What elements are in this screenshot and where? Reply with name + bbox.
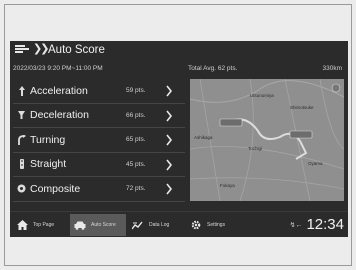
route-end-marker bbox=[289, 130, 313, 139]
score-item-straight[interactable]: Straight 45 pts. bbox=[13, 153, 185, 177]
map-place-label: Tochigi bbox=[248, 146, 263, 151]
score-item-turning[interactable]: Turning 65 pts. bbox=[13, 128, 185, 153]
score-item-composite[interactable]: Composite 72 pts. bbox=[13, 177, 185, 202]
map-place-label: Oyama bbox=[308, 161, 323, 166]
tab-settings[interactable]: Settings bbox=[186, 214, 242, 236]
score-label: Turning bbox=[30, 133, 66, 146]
tab-label: Top Page bbox=[33, 222, 55, 228]
chevron-right-icon bbox=[166, 183, 173, 195]
tab-data-log[interactable]: Data Log bbox=[128, 214, 184, 236]
home-icon bbox=[16, 220, 28, 230]
map-place-label: Shimotsuke bbox=[290, 105, 314, 110]
acceleration-icon bbox=[17, 85, 26, 96]
signal-icon: ↯← bbox=[289, 221, 303, 229]
gear-icon bbox=[190, 220, 202, 230]
score-points: 72 pts. bbox=[126, 185, 146, 193]
straight-icon bbox=[17, 159, 26, 170]
tab-label: Data Log bbox=[149, 222, 170, 228]
header-bar: ❯❯ Auto Score bbox=[10, 41, 348, 60]
total-average: Total Avg. 62 pts. bbox=[188, 65, 238, 72]
turning-icon bbox=[17, 134, 26, 145]
score-label: Composite bbox=[30, 182, 81, 195]
tab-top-page[interactable]: Top Page bbox=[12, 214, 68, 236]
auto-score-screen: ❯❯ Auto Score 2022/03/23 9:20 PM~11:00 P… bbox=[10, 41, 348, 237]
route-start-marker bbox=[219, 118, 243, 127]
tab-label: Auto Score bbox=[91, 222, 116, 228]
score-item-deceleration[interactable]: Deceleration 66 pts. bbox=[13, 104, 185, 128]
map-place-label: Utsunomiya bbox=[250, 93, 274, 98]
page-title: Auto Score bbox=[48, 44, 105, 56]
tab-label: Settings bbox=[207, 222, 226, 228]
trip-period: 2022/03/23 9:20 PM~11:00 PM bbox=[13, 65, 103, 72]
map-place-label: Ashikaga bbox=[194, 135, 213, 140]
chevron-right-icon bbox=[166, 134, 173, 146]
double-chevron-icon[interactable]: ❯❯ bbox=[33, 44, 50, 55]
deceleration-icon bbox=[17, 110, 26, 121]
bottom-tab-bar: Top Page Auto Score Data Log Settings ↯←… bbox=[10, 211, 348, 237]
score-label: Straight bbox=[30, 158, 67, 171]
chevron-right-icon bbox=[166, 159, 173, 170]
score-points: 59 pts. bbox=[126, 87, 146, 95]
chevron-right-icon bbox=[166, 110, 173, 121]
tab-auto-score[interactable]: Auto Score bbox=[70, 214, 126, 236]
composite-icon bbox=[17, 183, 26, 194]
clock: 12:34 bbox=[306, 216, 344, 233]
score-label: Deceleration bbox=[30, 109, 89, 122]
status-area: ↯← 12:34 bbox=[290, 216, 344, 233]
route-map[interactable]: Utsunomiya Shimotsuke Ashikaga Tochigi O… bbox=[190, 79, 344, 201]
map-place-label: Fukaya bbox=[220, 183, 235, 188]
app-logo-icon bbox=[15, 45, 31, 54]
score-item-acceleration[interactable]: Acceleration 59 pts. bbox=[13, 79, 185, 104]
trip-summary: 2022/03/23 9:20 PM~11:00 PM Total Avg. 6… bbox=[10, 63, 348, 75]
compass-icon bbox=[331, 83, 341, 93]
score-points: 45 pts. bbox=[126, 160, 146, 168]
car-icon bbox=[74, 220, 86, 230]
score-label: Acceleration bbox=[30, 84, 88, 97]
data-log-icon bbox=[132, 220, 144, 230]
score-points: 65 pts. bbox=[126, 136, 146, 144]
score-list: Acceleration 59 pts. Deceleration 66 pts… bbox=[13, 79, 185, 202]
score-points: 66 pts. bbox=[126, 111, 146, 119]
chevron-right-icon bbox=[166, 85, 173, 97]
trip-distance: 330km bbox=[322, 65, 342, 72]
